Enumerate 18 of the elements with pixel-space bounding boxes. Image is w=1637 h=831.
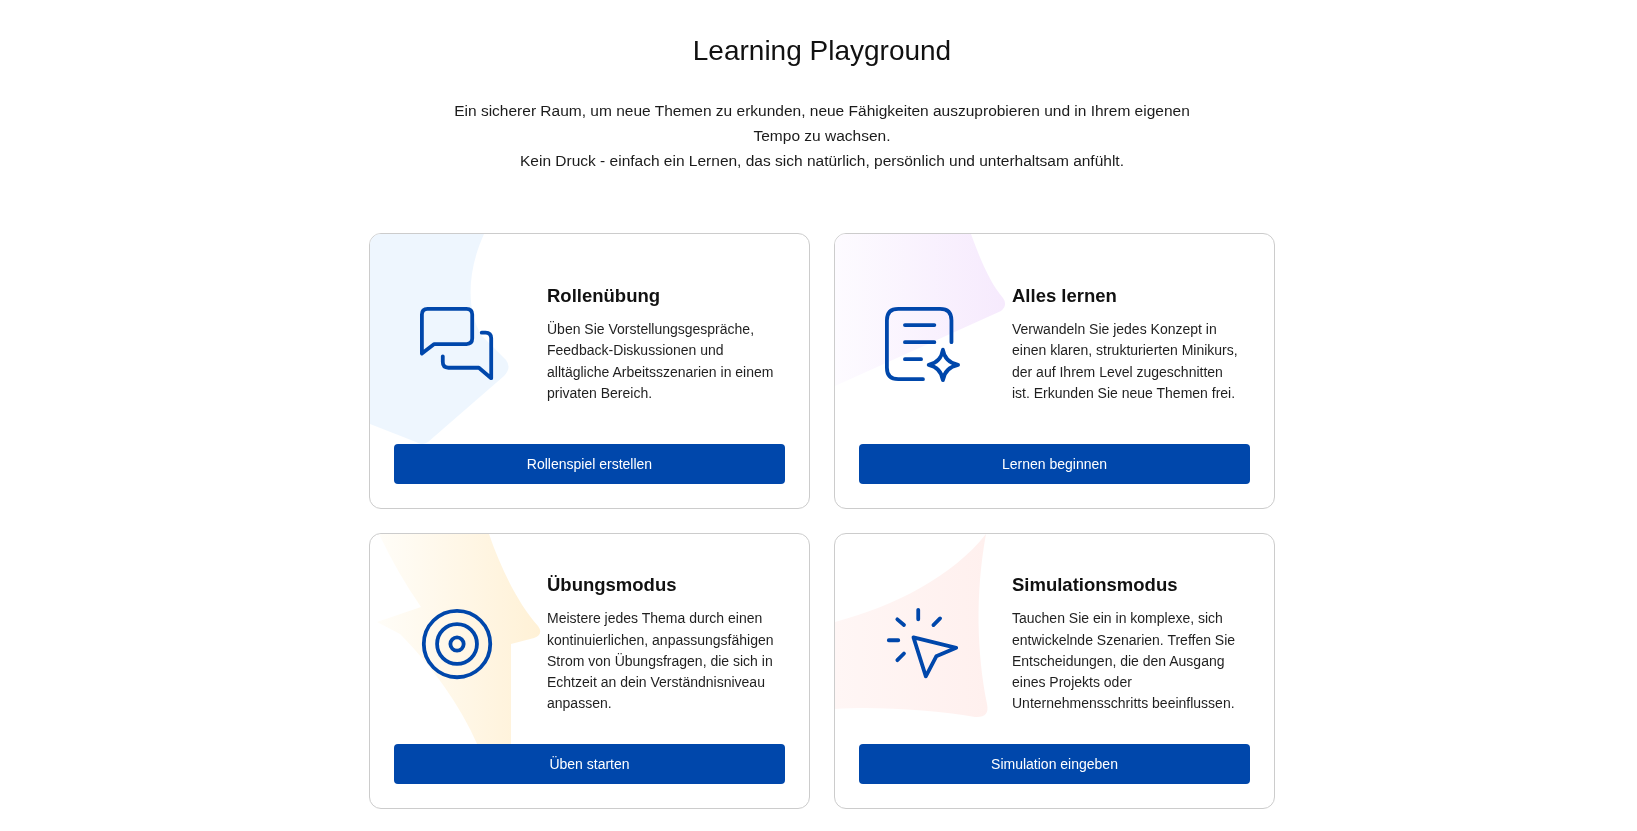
page-title: Learning Playground <box>692 34 952 68</box>
card-title: Rollenübung <box>547 284 662 309</box>
card-title: Simulationsmodus <box>1012 573 1179 598</box>
card-action-button[interactable]: Lernen beginnen <box>859 444 1250 484</box>
card-description: Tauchen Sie ein in komplexe, sich entwickelnde Szenarien. Treffen Sie Entscheidungen, die den Ausgang eines Projekts oder Unternehmensschritts beeinflussen. <box>1012 609 1237 714</box>
chat-bubbles-icon <box>420 306 495 382</box>
card-description: Verwandeln Sie jedes Konzept in einen klaren, strukturierten Minikurs, der auf Ihrem Level zugeschnitten ist. Erkunden Sie neue Themen frei. <box>1012 320 1239 403</box>
intro-text: Ein sicherer Raum, um neue Themen zu erkunden, neue Fähigkeiten auszuprobieren und in Ihrem eigenen Tempo zu wachsen. <box>453 101 1191 146</box>
card-description: Üben Sie Vorstellungsgespräche, Feedback-Diskussionen und alltägliche Arbeitsszenarien in einem privaten Bereich. <box>547 320 775 403</box>
card-action-button[interactable]: Üben starten <box>394 744 785 784</box>
card-action-button[interactable]: Rollenspiel erstellen <box>394 444 785 484</box>
card-title: Übungsmodus <box>547 573 678 598</box>
card-action-button[interactable]: Simulation eingeben <box>859 744 1250 784</box>
target-icon <box>420 606 495 682</box>
document-sparkle-icon <box>885 306 960 382</box>
intro-text: Kein Druck - einfach ein Lernen, das sich natürlich, persönlich und unterhaltsam anfühlt. <box>519 151 1125 171</box>
card-title: Alles lernen <box>1012 284 1118 309</box>
card-description: Meistere jedes Thema durch einen kontinuierlichen, anpassungsfähigen Strom von Übungsfragen, die sich in Echtzeit an dein Verständnisniveau anpassen. <box>547 609 775 714</box>
